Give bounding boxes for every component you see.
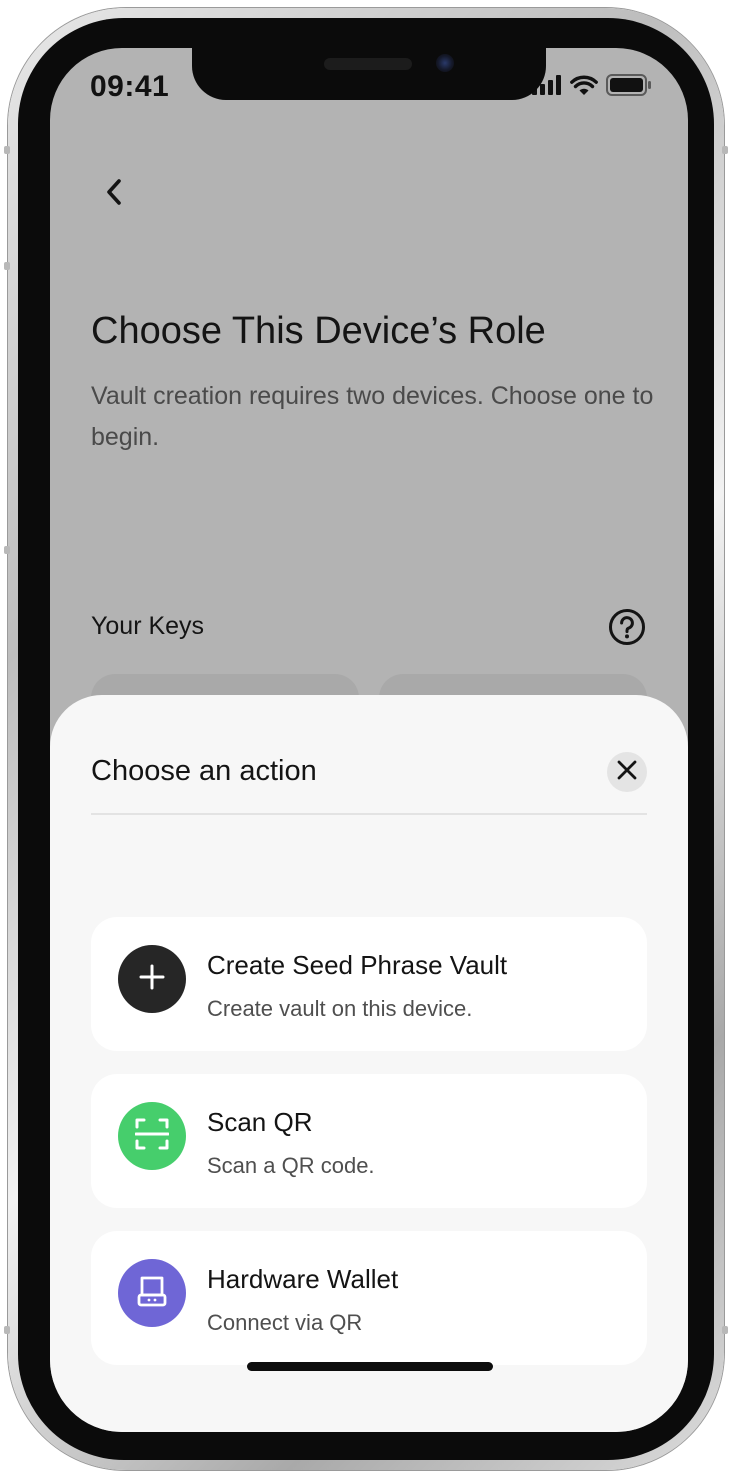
action-title: Scan QR [207, 1107, 313, 1137]
close-icon [616, 759, 638, 786]
status-icons [532, 74, 652, 101]
side-button-power [722, 146, 728, 154]
action-icon-badge [118, 1102, 186, 1170]
front-camera [436, 54, 454, 72]
page-title: Choose This Device’s Role [91, 310, 546, 352]
back-button[interactable] [94, 174, 134, 214]
speaker [324, 58, 412, 70]
close-button[interactable] [607, 752, 647, 792]
hardware-wallet-icon [137, 1275, 167, 1312]
action-description: Scan a QR code. [207, 1153, 375, 1178]
page-subtitle: Vault creation requires two devices. Cho… [91, 382, 654, 451]
your-keys-label: Your Keys [91, 612, 205, 640]
home-indicator[interactable] [247, 1362, 493, 1371]
action-hardware-wallet[interactable]: Hardware Wallet Connect via QR [91, 1231, 647, 1365]
side-button-mute [4, 146, 10, 154]
screen: 09:41 Choose This Device’s Role Vault cr… [50, 48, 688, 1432]
side-button-volume-down [4, 546, 10, 554]
side-button-lower [4, 1326, 10, 1334]
wifi-icon [570, 75, 598, 101]
side-button-lower-right [722, 1326, 728, 1334]
action-sheet-title: Choose an action [91, 755, 317, 787]
chevron-left-icon [104, 178, 124, 211]
action-scan-qr[interactable]: Scan QR Scan a QR code. [91, 1074, 647, 1208]
action-create-seed-phrase-vault[interactable]: Create Seed Phrase Vault Create vault on… [91, 917, 647, 1051]
notch [192, 48, 546, 100]
action-title: Hardware Wallet [207, 1264, 399, 1294]
action-description: Connect via QR [207, 1310, 363, 1335]
scan-qr-icon [134, 1118, 170, 1155]
action-title: Create Seed Phrase Vault [207, 950, 508, 980]
side-button-volume-up [4, 262, 10, 270]
battery-icon [606, 74, 652, 101]
status-time: 09:41 [90, 70, 170, 103]
action-sheet: Choose an action Create Seed Phrase Vaul… [50, 695, 688, 1432]
question-circle-icon [608, 609, 646, 650]
sheet-divider [91, 813, 647, 815]
action-description: Create vault on this device. [207, 996, 473, 1021]
action-icon-badge [118, 1259, 186, 1327]
plus-icon [138, 963, 166, 996]
help-button[interactable] [608, 608, 646, 646]
action-icon-badge [118, 945, 186, 1013]
